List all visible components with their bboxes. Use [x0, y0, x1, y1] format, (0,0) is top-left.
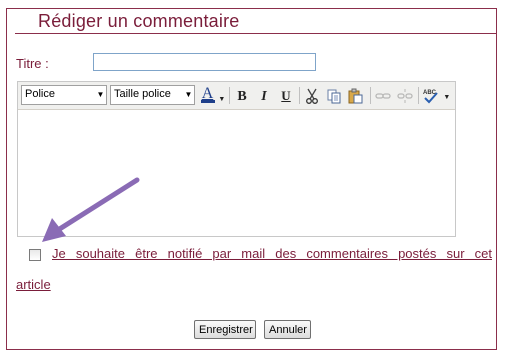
- bold-button[interactable]: B: [232, 86, 252, 105]
- cut-button[interactable]: [302, 86, 322, 105]
- toolbar-separator: [370, 87, 371, 104]
- underline-icon: U: [281, 88, 291, 103]
- font-family-select[interactable]: Police ▼: [21, 85, 107, 105]
- link-button[interactable]: [373, 86, 393, 105]
- font-size-select[interactable]: Taille police ▼: [110, 85, 195, 105]
- font-color-icon: A: [200, 85, 215, 103]
- font-size-select-value: Taille police: [114, 88, 171, 100]
- toolbar-separator: [418, 87, 419, 104]
- copy-icon: [327, 89, 341, 104]
- form-heading: Rédiger un commentaire: [38, 11, 240, 31]
- spellcheck-button[interactable]: ABC ▼: [421, 86, 451, 105]
- link-icon: [375, 93, 391, 99]
- cut-icon: [306, 88, 318, 104]
- copy-button[interactable]: [324, 86, 344, 105]
- unlink-icon: [397, 89, 413, 103]
- bold-icon: B: [237, 89, 247, 104]
- underline-button[interactable]: U: [276, 86, 296, 105]
- notify-checkbox[interactable]: [29, 249, 41, 261]
- paste-button[interactable]: [346, 86, 366, 105]
- title-label: Titre :: [16, 56, 49, 71]
- chevron-down-icon: ▼: [95, 86, 106, 104]
- notify-label-continued[interactable]: article: [16, 277, 51, 292]
- font-color-button[interactable]: A ▼: [200, 85, 226, 105]
- unlink-button[interactable]: [395, 86, 415, 105]
- italic-icon: I: [261, 89, 267, 104]
- chevron-down-icon: ▼: [183, 86, 194, 104]
- notify-label[interactable]: Je souhaite être notifié par mail des co…: [52, 246, 492, 261]
- paste-icon: [348, 88, 363, 104]
- heading-divider: [15, 33, 497, 34]
- toolbar-separator: [229, 87, 230, 104]
- spellcheck-icon: ABC: [423, 90, 438, 104]
- annotation-arrow: [42, 177, 140, 242]
- chevron-down-icon: ▼: [218, 96, 226, 103]
- title-input[interactable]: [93, 53, 316, 71]
- chevron-down-icon: ▼: [443, 94, 451, 101]
- italic-button[interactable]: I: [254, 86, 274, 105]
- font-family-select-value: Police: [25, 88, 55, 100]
- save-button[interactable]: Enregistrer: [194, 320, 256, 339]
- toolbar-separator: [299, 87, 300, 104]
- editor-toolbar: Police ▼ Taille police ▼ A ▼ B I U ABC ▼: [18, 82, 455, 110]
- cancel-button[interactable]: Annuler: [264, 320, 311, 339]
